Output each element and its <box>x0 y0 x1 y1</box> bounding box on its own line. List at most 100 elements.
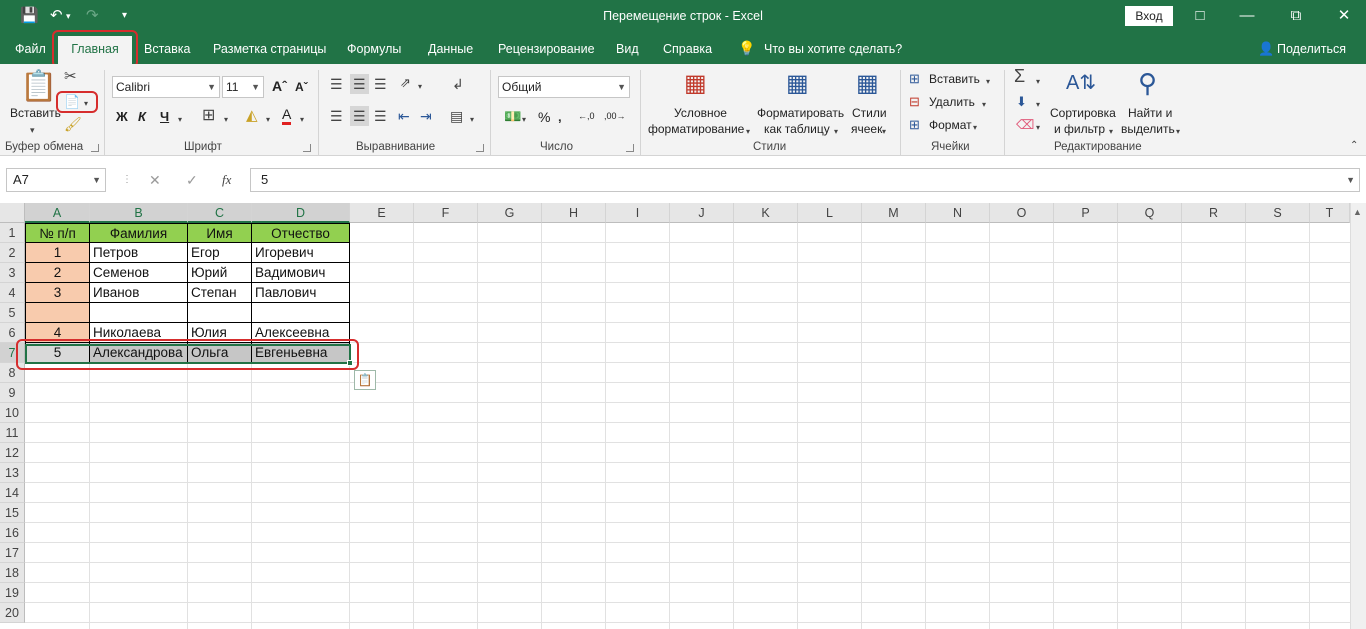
cell-D4[interactable]: Павлович <box>252 283 350 303</box>
autosum-dropdown-icon[interactable]: ▾ <box>1036 74 1040 90</box>
share-button[interactable]: Поделиться <box>1277 42 1346 56</box>
cell-C4[interactable]: Степан <box>188 283 252 303</box>
column-header-K[interactable]: K <box>734 203 798 223</box>
cut-icon[interactable]: ✂ <box>64 69 77 85</box>
conditional-format-label-1[interactable]: Условное <box>674 106 727 120</box>
cell-A3[interactable]: 2 <box>25 263 90 283</box>
row-header-4[interactable]: 4 <box>0 283 25 303</box>
tab-review[interactable]: Рецензирование <box>498 42 595 56</box>
cell-styles-dropdown-icon[interactable]: ▾ <box>882 124 886 140</box>
cell-A1[interactable]: № п/п <box>25 223 90 243</box>
paste-icon[interactable]: 📋 <box>20 70 57 104</box>
cell-C1[interactable]: Имя <box>188 223 252 243</box>
insert-cells-icon[interactable]: ⊞ <box>909 71 920 87</box>
collapse-ribbon-icon[interactable]: ⌃ <box>1350 138 1358 154</box>
column-header-A[interactable]: A <box>25 203 90 223</box>
align-left-icon[interactable]: ☰ <box>330 108 343 124</box>
column-header-G[interactable]: G <box>478 203 542 223</box>
row-header-18[interactable]: 18 <box>0 563 25 583</box>
column-header-S[interactable]: S <box>1246 203 1310 223</box>
orientation-icon[interactable]: ⇗ <box>400 75 411 91</box>
column-header-C[interactable]: C <box>188 203 252 223</box>
column-header-B[interactable]: B <box>90 203 188 223</box>
cell-B3[interactable]: Семенов <box>90 263 188 283</box>
italic-button[interactable]: К <box>138 109 146 124</box>
conditional-dropdown-icon[interactable]: ▾ <box>746 124 750 140</box>
column-header-T[interactable]: T <box>1310 203 1350 223</box>
column-header-F[interactable]: F <box>414 203 478 223</box>
cell-C2[interactable]: Егор <box>188 243 252 263</box>
cell-C5[interactable] <box>188 303 252 323</box>
fill-color-icon[interactable]: ◭ <box>246 108 258 124</box>
cell-D3[interactable]: Вадимович <box>252 263 350 283</box>
align-right-icon[interactable]: ☰ <box>374 108 387 124</box>
format-as-table-icon[interactable]: ▦ <box>786 70 809 98</box>
delete-dropdown-icon[interactable]: ▾ <box>982 97 986 113</box>
column-header-Q[interactable]: Q <box>1118 203 1182 223</box>
find-select-label-2[interactable]: выделить <box>1121 122 1175 136</box>
column-header-I[interactable]: I <box>606 203 670 223</box>
paste-dropdown-icon[interactable]: ▾ <box>30 122 35 138</box>
column-header-M[interactable]: M <box>862 203 926 223</box>
row-header-16[interactable]: 16 <box>0 523 25 543</box>
fill-dropdown-icon[interactable]: ▾ <box>1036 97 1040 113</box>
column-header-O[interactable]: O <box>990 203 1054 223</box>
bold-button[interactable]: Ж <box>116 109 128 124</box>
underline-dropdown-icon[interactable]: ▾ <box>178 112 182 128</box>
wrap-text-icon[interactable]: ↲ <box>452 76 464 92</box>
format-as-table-dropdown-icon[interactable]: ▾ <box>834 124 838 140</box>
font-color-icon[interactable]: A <box>282 107 292 125</box>
tab-file[interactable]: Файл <box>15 42 46 56</box>
column-header-N[interactable]: N <box>926 203 990 223</box>
tab-view[interactable]: Вид <box>616 42 639 56</box>
format-cells-icon[interactable]: ⊞ <box>909 117 920 133</box>
enter-icon[interactable]: ✓ <box>186 172 198 188</box>
cell-styles-label-1[interactable]: Стили <box>852 106 887 120</box>
font-size-dropdown[interactable]: 11 ▼ <box>222 76 264 98</box>
scroll-up-icon[interactable]: ▲ <box>1353 207 1362 217</box>
conditional-format-label-2[interactable]: форматирование <box>648 122 744 136</box>
decrease-decimal-icon[interactable]: ,00→ <box>604 111 626 121</box>
number-launcher-icon[interactable] <box>626 144 634 152</box>
vertical-scrollbar[interactable]: ▲ <box>1350 203 1366 629</box>
tell-me-input[interactable]: Что вы хотите сделать? <box>764 42 902 56</box>
decrease-font-icon[interactable]: Aˇ <box>295 80 308 94</box>
insert-cells-button[interactable]: Вставить <box>929 72 980 86</box>
cell-D5[interactable] <box>252 303 350 323</box>
sort-filter-icon[interactable]: A⇅ <box>1066 70 1096 95</box>
row-header-19[interactable]: 19 <box>0 583 25 603</box>
column-header-E[interactable]: E <box>350 203 414 223</box>
font-color-dropdown-icon[interactable]: ▾ <box>300 112 304 128</box>
borders-dropdown-icon[interactable]: ▾ <box>224 112 228 128</box>
column-header-P[interactable]: P <box>1054 203 1118 223</box>
cell-C3[interactable]: Юрий <box>188 263 252 283</box>
orientation-dropdown-icon[interactable]: ▾ <box>418 79 422 95</box>
row-header-10[interactable]: 10 <box>0 403 25 423</box>
cell-A4[interactable]: 3 <box>25 283 90 303</box>
tab-help[interactable]: Справка <box>663 42 712 56</box>
insert-function-button[interactable]: fx <box>222 172 231 188</box>
number-format-dropdown[interactable]: Общий ▼ <box>498 76 630 98</box>
comma-style-icon[interactable]: ‚ <box>558 109 562 124</box>
tab-data[interactable]: Данные <box>428 42 473 56</box>
currency-icon[interactable]: 💵 <box>504 108 521 124</box>
cell-B5[interactable] <box>90 303 188 323</box>
increase-indent-icon[interactable]: ⇥ <box>420 108 432 124</box>
font-name-dropdown[interactable]: Calibri ▼ <box>112 76 220 98</box>
conditional-format-icon[interactable]: ▦ <box>684 70 707 98</box>
cell-styles-label-2[interactable]: ячеек <box>851 122 882 136</box>
clear-icon[interactable]: ⌫ <box>1016 117 1034 133</box>
minimize-icon[interactable]: — <box>1237 6 1257 26</box>
merge-dropdown-icon[interactable]: ▾ <box>470 112 474 128</box>
format-dropdown-icon[interactable]: ▾ <box>973 120 977 136</box>
clipboard-launcher-icon[interactable] <box>91 144 99 152</box>
merge-center-icon[interactable]: ▤ <box>450 108 463 124</box>
increase-font-icon[interactable]: Aˆ <box>272 78 287 94</box>
row-header-1[interactable]: 1 <box>0 223 25 243</box>
row-header-17[interactable]: 17 <box>0 543 25 563</box>
alignment-launcher-icon[interactable] <box>476 144 484 152</box>
borders-icon[interactable]: ⊞ <box>202 108 215 124</box>
row-header-20[interactable]: 20 <box>0 603 25 623</box>
row-header-3[interactable]: 3 <box>0 263 25 283</box>
column-header-L[interactable]: L <box>798 203 862 223</box>
